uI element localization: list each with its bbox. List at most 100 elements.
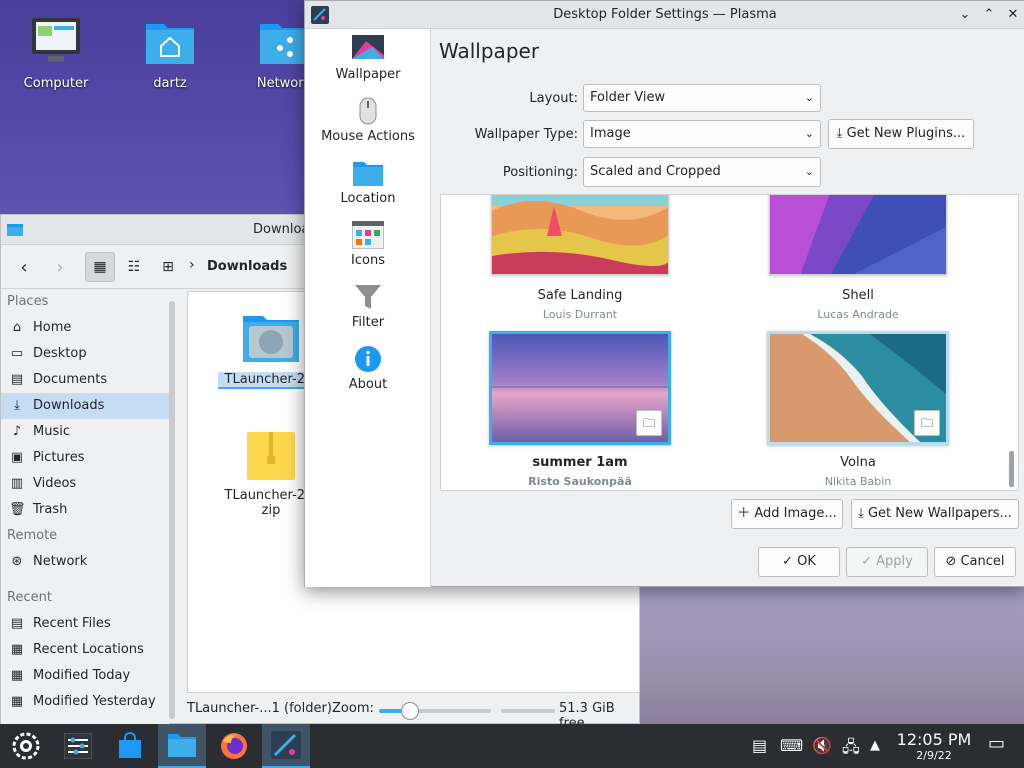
application-launcher-button[interactable] [2,724,50,768]
dolphin-title: Downloa [253,222,310,237]
places-item-trash[interactable]: 🗑 Trash [1,497,169,523]
compact-view-button[interactable]: ☷ [119,252,149,282]
details-view-button[interactable]: ⊞ [153,252,183,282]
settings-sidebar: Wallpaper Mouse Actions Location Icons F… [305,29,431,587]
task-desktop-settings[interactable] [262,724,310,768]
wallpaper-author: Nikita Babin [824,475,892,488]
wallpaper-name: Shell [842,288,874,303]
places-item-label: Music [33,424,70,439]
dialog-titlebar[interactable]: Desktop Folder Settings — Plasma ⌄ ⌃ ✕ [305,1,1024,29]
wallpaper-type-value: Image [590,126,631,141]
zoom-slider[interactable] [379,702,491,720]
forward-button[interactable]: › [45,252,75,282]
cancel-button[interactable]: ⊘ Cancel [934,547,1016,577]
open-folder-button[interactable]: 🗀 [636,410,662,436]
music-icon: ♪ [12,424,22,439]
close-button[interactable]: ✕ [1003,5,1023,25]
ok-button[interactable]: ✓ OK [758,547,840,577]
desktop-icon-label: Computer [23,76,89,91]
dolphin-statusbar: TLauncher-...1 (folder) Zoom: 51.3 GiB f… [187,699,641,731]
button-label: Cancel [960,554,1005,569]
places-item-recent-files[interactable]: ▤ Recent Files [1,611,169,637]
category-location[interactable]: Location [305,159,431,206]
wallpaper-thumb-volna[interactable]: 🗀 [767,331,949,445]
button-label: Add Image... [754,506,837,521]
folder-icon [353,162,383,186]
gallery-scrollbar[interactable] [1009,451,1014,487]
desktop-icon-computer[interactable]: Computer [8,14,104,91]
expand-tray-icon[interactable]: ▲ [870,738,880,753]
places-item-desktop[interactable]: ▭ Desktop [1,341,169,367]
places-item-network[interactable]: ⊛ Network [1,549,169,575]
clipboard-icon[interactable]: ▤ [752,736,767,755]
places-item-home[interactable]: ⌂ Home [1,315,169,341]
wallpaper-name: Safe Landing [537,288,623,303]
icons-view-button[interactable]: ▦ [85,252,115,282]
desktop-icon-dartz[interactable]: dartz [122,14,218,91]
positioning-select[interactable]: Scaled and Cropped ⌄ [583,157,821,187]
category-about[interactable]: About [305,345,431,392]
task-firefox[interactable] [210,724,258,768]
open-folder-button[interactable]: 🗀 [914,410,940,436]
breadcrumb-chevron-icon: › [189,257,195,273]
places-item-label: Downloads [33,398,105,413]
category-wallpaper[interactable]: Wallpaper [305,35,431,82]
get-new-wallpapers-button[interactable]: ⤓ Get New Wallpapers... [851,499,1019,529]
compact-view-icon: ☷ [127,259,141,275]
cancel-icon: ⊘ [945,554,961,569]
clock[interactable]: 12:05 PM 2/9/22 [894,730,974,762]
button-label: OK [797,554,816,569]
task-dolphin[interactable] [158,724,206,768]
wallpaper-thumb-shell[interactable] [769,195,947,275]
free-space-bar [501,709,555,713]
icons-icon [352,221,384,249]
maximize-button[interactable]: ⌃ [979,5,999,25]
add-image-button[interactable]: ＋ Add Image... [731,499,843,529]
minimize-button[interactable]: ⌄ [955,5,975,25]
wallpaper-thumb-summer-1am[interactable]: 🗀 [489,331,671,445]
places-item-label: Recent Locations [33,642,144,657]
places-item-documents[interactable]: ▤ Documents [1,367,169,393]
positioning-label: Positioning: [502,165,578,180]
places-item-label: Videos [33,476,77,491]
places-item-downloads[interactable]: ⤓ Downloads [1,393,169,419]
places-item-recent-locations[interactable]: ▦ Recent Locations [1,637,169,663]
show-desktop-icon[interactable]: ▭ [988,733,1005,754]
desktop-icon: ▭ [10,346,24,361]
grid-view-icon: ▦ [93,259,107,275]
back-button[interactable]: ‹ [9,252,39,282]
clock-time: 12:05 PM [896,730,972,749]
network-connection-icon[interactable]: 🖧 [842,736,860,763]
breadcrumb-downloads[interactable]: Downloads [207,259,287,274]
wallpaper-type-select[interactable]: Image ⌄ [583,120,821,148]
category-icons[interactable]: Icons [305,221,431,268]
task-discover[interactable] [106,724,154,768]
places-item-pictures[interactable]: ▣ Pictures [1,445,169,471]
wallpaper-gallery[interactable]: Safe Landing Louis Durrant Shell Lucas A… [440,194,1019,491]
volume-muted-icon[interactable]: 🔇 [812,736,832,755]
selection-status: TLauncher-...1 (folder) [187,701,332,716]
places-section-title: Remote [7,528,58,543]
mouse-icon [359,97,377,125]
wallpaper-type-label: Wallpaper Type: [474,127,578,142]
zoom-slider-handle[interactable] [401,702,419,720]
task-system-settings[interactable] [54,724,102,768]
places-item-modified-today[interactable]: ▦ Modified Today [1,663,169,689]
places-item-music[interactable]: ♪ Music [1,419,169,445]
places-item-modified-yesterday[interactable]: ▦ Modified Yesterday [1,689,169,715]
button-label: Get New Wallpapers... [867,506,1012,521]
layout-select[interactable]: Folder View ⌄ [583,84,821,112]
network-icon: ⊛ [11,554,23,569]
category-filter[interactable]: Filter [305,283,431,330]
places-item-label: Trash [33,502,68,517]
apply-button[interactable]: ✓ Apply [846,547,928,577]
keyboard-icon[interactable]: ⌨ [780,736,803,755]
chevron-down-icon: ⌄ [804,91,814,104]
places-item-videos[interactable]: ▥ Videos [1,471,169,497]
download-icon: ⤓ [14,398,20,413]
places-scrollbar[interactable] [169,301,175,719]
positioning-value: Scaled and Cropped [590,164,721,179]
wallpaper-thumb-safe-landing[interactable] [491,195,669,275]
get-new-plugins-button[interactable]: ⤓ Get New Plugins... [828,119,974,149]
category-mouse-actions[interactable]: Mouse Actions [305,97,431,144]
